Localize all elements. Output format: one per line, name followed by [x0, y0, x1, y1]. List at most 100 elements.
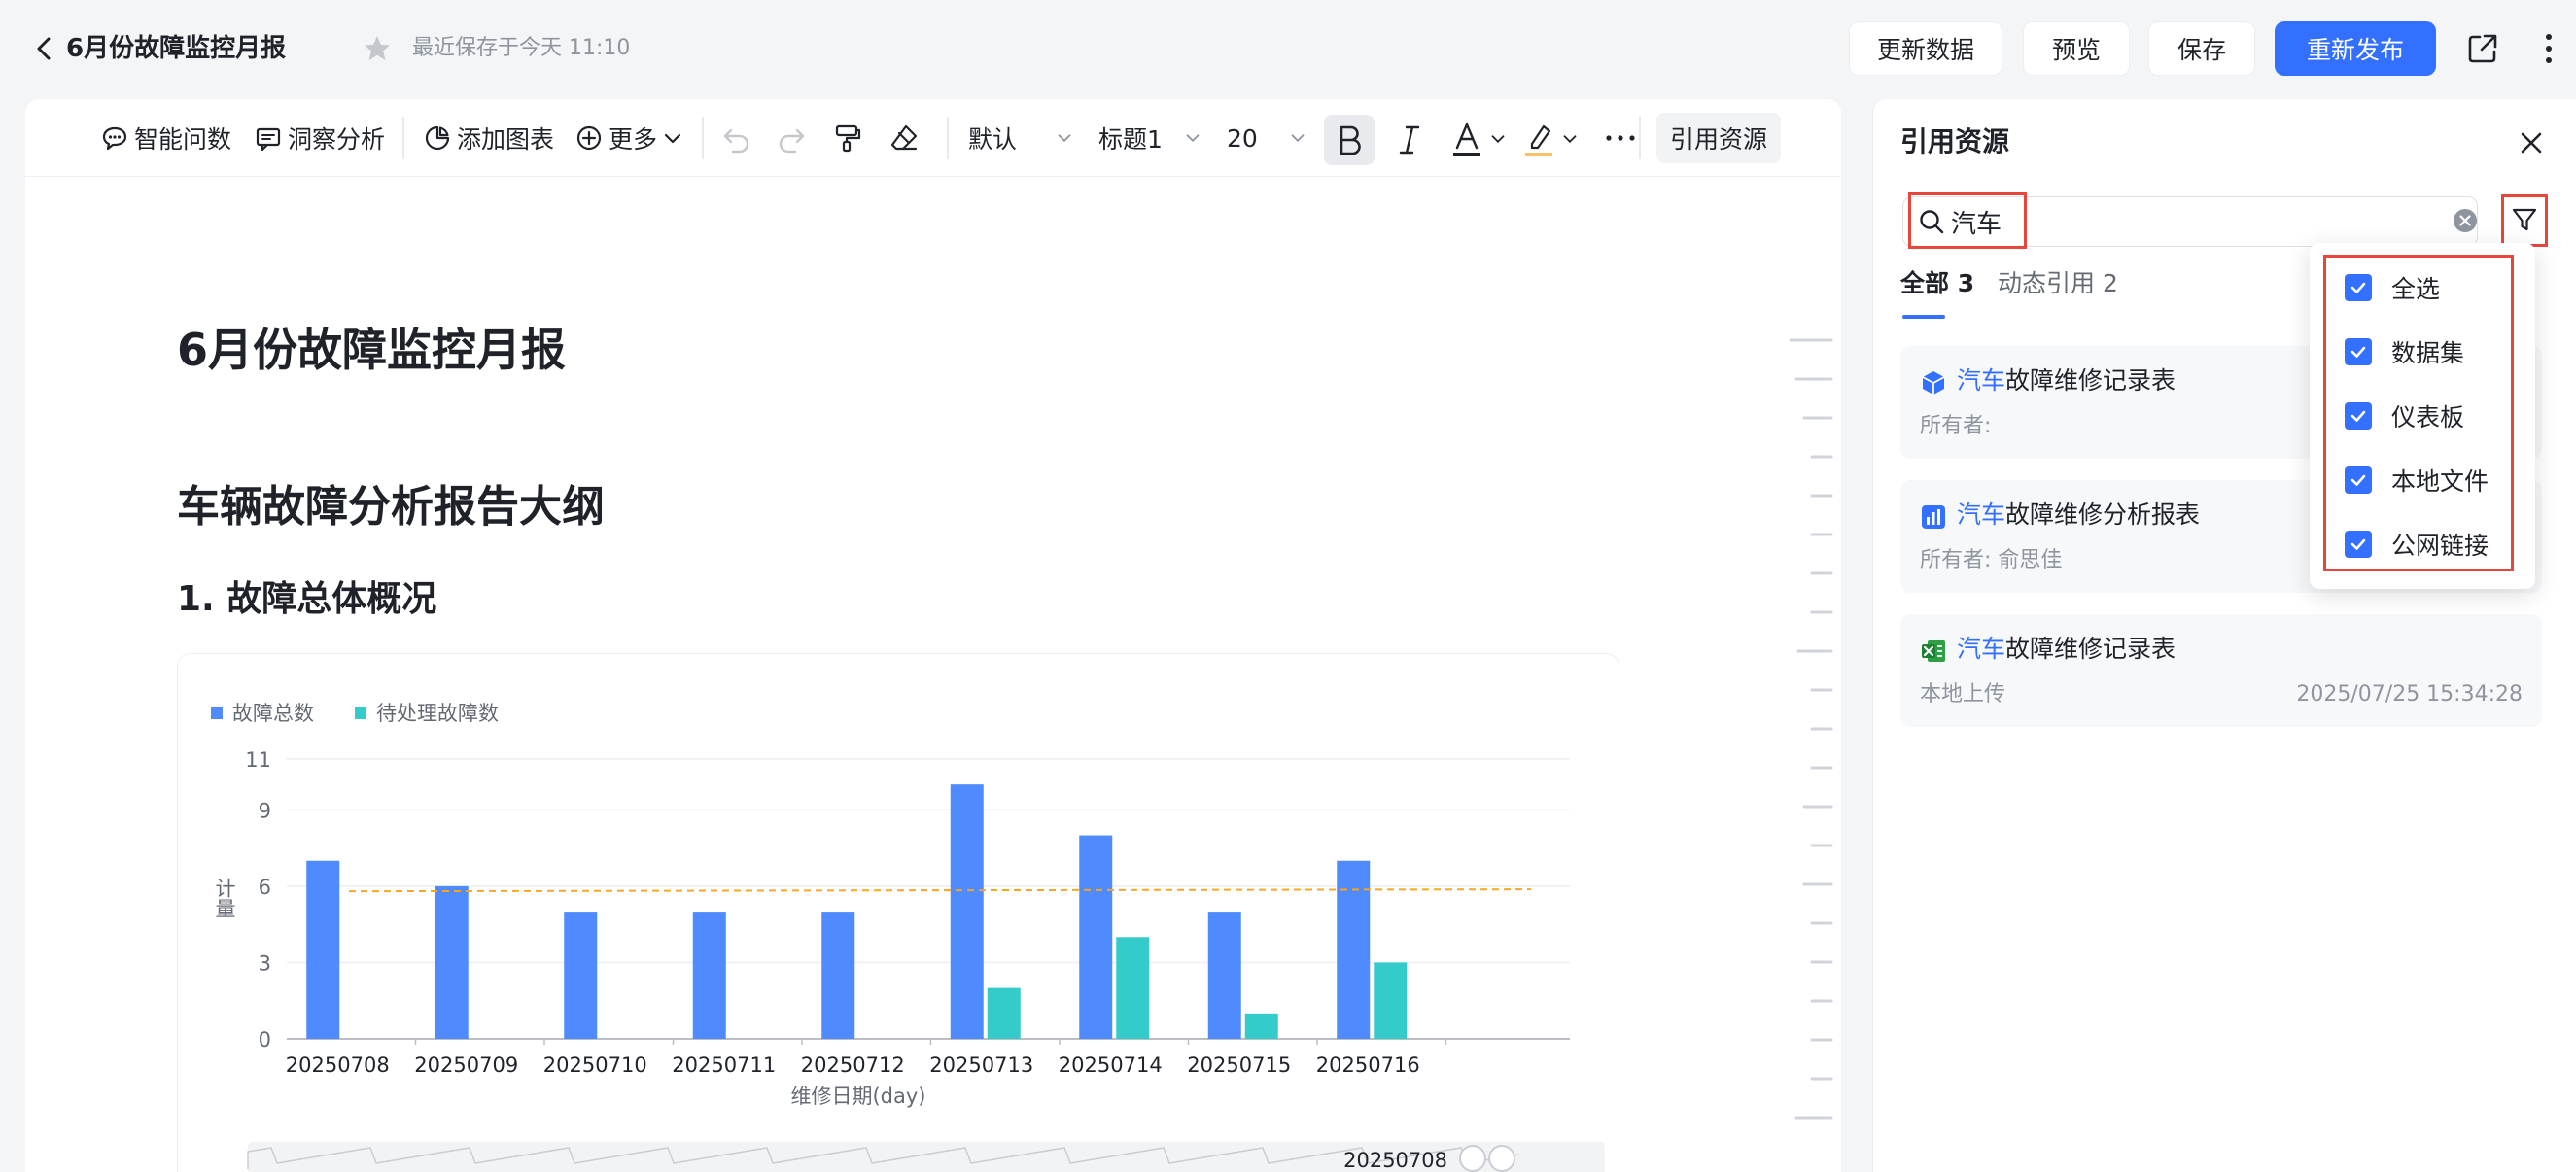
legend-swatch: [211, 707, 223, 719]
y-axis-label: 计量: [213, 878, 236, 918]
excel-file-icon: [1922, 640, 1945, 662]
legend-label: 待处理故障数: [376, 702, 499, 725]
resource-time: 2025/07/25 15:34:28: [2296, 682, 2523, 707]
resource-name: 汽车故障维修记录表: [1957, 362, 2176, 400]
insight-analysis-button[interactable]: 洞察分析: [255, 117, 385, 159]
legend-swatch: [355, 707, 366, 719]
search-highlight-box: [1908, 192, 2027, 249]
doc-heading-section-1[interactable]: 1. 故障总体概况: [177, 575, 436, 624]
bar: [692, 912, 726, 1039]
editor-toolbar: 智能问数 洞察分析 添加图表 更多 默认 标题1 20 引用资源: [25, 99, 1841, 177]
bar: [950, 784, 984, 1039]
format-painter-icon[interactable]: [832, 122, 863, 154]
editor-panel: 智能问数 洞察分析 添加图表 更多 默认 标题1 20 引用资源 6月份故障监控…: [25, 99, 1841, 1172]
chevron-down-icon[interactable]: [1487, 128, 1509, 150]
bar: [1244, 1013, 1278, 1039]
top-bar: 6月份故障监控月报 最近保存于今天 11:10 更新数据 预览 保存 重新发布: [0, 0, 2576, 97]
star-icon[interactable]: [362, 33, 393, 64]
font-color-icon[interactable]: [1450, 121, 1483, 159]
add-chart-label: 添加图表: [457, 125, 555, 154]
dashboard-chart-icon: [1922, 505, 1945, 529]
resource-owner: 所有者:: [1920, 414, 1992, 438]
smart-qa-label: 智能问数: [134, 125, 232, 154]
share-external-icon[interactable]: [2465, 31, 2500, 66]
heading-select[interactable]: 标题1: [1098, 117, 1203, 159]
tab-all[interactable]: 全部 3: [1900, 264, 1974, 303]
x-tick-label: 20250716: [1316, 1053, 1420, 1077]
panel-title: 引用资源: [1900, 125, 2010, 157]
bar: [821, 912, 855, 1039]
resource-owner: 本地上传: [1920, 682, 2006, 707]
resource-name-rest: 故障维修记录表: [2005, 366, 2176, 395]
chart-card[interactable]: 0 3 6 9 11 计量 故障总数 待处理故障数 20250708 20250709 202507…: [177, 653, 1619, 1172]
save-status: 最近保存于今天 11:10: [412, 36, 631, 60]
smart-qa-button[interactable]: 智能问数: [101, 117, 231, 159]
doc-heading-outline[interactable]: 车辆故障分析报告大纲: [177, 478, 605, 536]
chevron-left-icon[interactable]: [29, 31, 60, 66]
font-size-select[interactable]: 20: [1227, 117, 1308, 159]
add-chart-button[interactable]: 添加图表: [424, 117, 554, 159]
doc-heading-title[interactable]: 6月份故障监控月报: [177, 321, 566, 379]
resource-name-match: 汽车: [1957, 366, 2006, 395]
plus-circle-icon: [576, 125, 602, 151]
resource-name-match: 汽车: [1957, 500, 2006, 529]
tab-dynamic-reference[interactable]: 动态引用 2: [1998, 264, 2118, 303]
x-tick-label: 20250710: [543, 1053, 647, 1077]
resource-item[interactable]: 汽车故障维修记录表 本地上传 2025/07/25 15:34:28: [1900, 614, 2542, 727]
refresh-data-button[interactable]: 更新数据: [1849, 21, 2002, 76]
bar: [987, 987, 1021, 1039]
doc-title[interactable]: 6月份故障监控月报: [66, 29, 286, 68]
chevron-down-icon[interactable]: [1559, 128, 1581, 150]
more-insert-button[interactable]: 更多: [575, 117, 684, 159]
italic-icon[interactable]: [1394, 122, 1425, 157]
chevron-down-icon: [1186, 134, 1200, 143]
bar: [1116, 937, 1150, 1039]
x-axis-label: 维修日期(day): [790, 1085, 925, 1108]
chevron-down-icon: [1058, 134, 1071, 143]
resource-owner: 所有者: 俞思佳: [1920, 548, 2063, 572]
filter-menu-highlight-box: [2323, 255, 2514, 571]
chevron-down-icon: [664, 133, 681, 144]
resource-name-rest: 故障维修记录表: [2005, 635, 2176, 663]
more-vertical-icon[interactable]: [2539, 29, 2559, 68]
bar: [435, 885, 469, 1039]
zoom-slider-handle: [1459, 1145, 1486, 1172]
x-tick-label: 20250715: [1187, 1053, 1291, 1077]
eraser-icon[interactable]: [888, 122, 920, 154]
heading-value: 标题1: [1098, 125, 1163, 154]
toolbar-divider: [702, 117, 704, 159]
preview-button[interactable]: 预览: [2023, 21, 2130, 76]
undo-icon[interactable]: [721, 122, 752, 154]
filter-icon: [2512, 208, 2537, 231]
y-tick-label: 3: [259, 951, 271, 975]
clear-search-icon[interactable]: [2453, 208, 2478, 233]
highlighter-icon[interactable]: [1522, 121, 1555, 159]
outline-navigator[interactable]: [1775, 332, 1833, 1168]
republish-button[interactable]: 重新发布: [2275, 21, 2436, 76]
x-tick-label: 20250712: [801, 1053, 905, 1077]
close-icon[interactable]: [2517, 128, 2546, 157]
toolbar-divider: [402, 117, 404, 159]
chevron-down-icon: [1291, 134, 1305, 143]
bar: [564, 912, 598, 1039]
font-style-select[interactable]: 默认: [968, 117, 1075, 159]
bar: [1337, 860, 1371, 1039]
chat-bubble-icon: [102, 126, 127, 151]
x-tick-label: 20250713: [929, 1053, 1033, 1077]
bar: [1079, 835, 1113, 1039]
redo-icon[interactable]: [776, 122, 807, 154]
reference-resource-button[interactable]: 引用资源: [1656, 113, 1781, 163]
bold-icon: [1340, 125, 1361, 155]
bar-chart: 0 3 6 9 11 计量 故障总数 待处理故障数 20250708 20250709 202507…: [211, 702, 1605, 1172]
font-style-value: 默认: [968, 125, 1018, 154]
more-horizontal-icon[interactable]: [1604, 126, 1637, 150]
y-tick-label: 9: [259, 799, 271, 822]
y-tick-label: 0: [259, 1028, 271, 1051]
resource-name-match: 汽车: [1957, 635, 2006, 663]
dataset-cube-icon: [1922, 371, 1945, 395]
toolbar-divider: [947, 117, 949, 159]
x-tick-label: 20250708: [286, 1053, 390, 1077]
save-button[interactable]: 保存: [2148, 21, 2255, 76]
resource-name: 汽车故障维修分析报表: [1957, 496, 2200, 534]
bar: [306, 860, 340, 1039]
